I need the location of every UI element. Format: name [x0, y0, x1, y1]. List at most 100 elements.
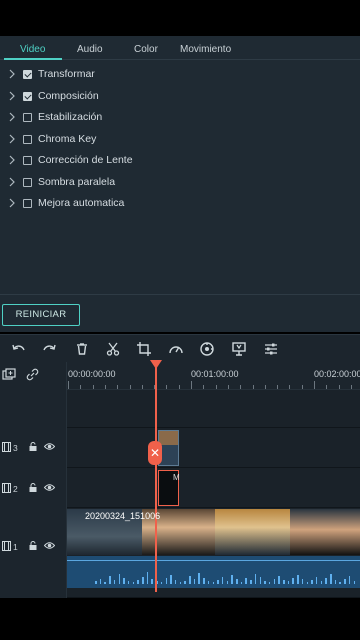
checkbox-estabilizacion[interactable]	[23, 113, 32, 122]
tab-video[interactable]: Video	[20, 44, 45, 55]
link-icon[interactable]	[26, 368, 39, 381]
track-lane-2[interactable]	[67, 468, 360, 508]
property-row-correccion-lente[interactable]: Corrección de Lente	[0, 151, 360, 171]
audio-mixer-icon[interactable]	[230, 340, 248, 358]
waveform-bar	[146, 572, 149, 584]
eye-icon[interactable]	[44, 442, 55, 451]
ruler-tick	[80, 385, 82, 389]
checkbox-sombra-paralela[interactable]	[23, 178, 32, 187]
checkbox-mejora-automatica[interactable]	[23, 199, 32, 208]
clip-body	[159, 445, 178, 465]
undo-icon[interactable]	[10, 340, 28, 358]
waveform-bar	[207, 581, 210, 584]
property-label: Composición	[38, 90, 99, 102]
track-number: 2	[13, 484, 18, 494]
chevron-right-icon[interactable]	[8, 198, 16, 208]
waveform-bar	[292, 578, 294, 584]
waveform-bar	[273, 579, 276, 584]
ruler-tick	[68, 381, 69, 389]
waveform-bar	[231, 575, 233, 584]
track-number: 3	[13, 443, 18, 453]
time-ruler[interactable]: 00:00:00:00 00:01:00:00 00:02:00:00	[67, 362, 360, 390]
active-tab-indicator	[4, 58, 62, 60]
track-header-column: 3 2 1	[0, 362, 67, 598]
chevron-right-icon[interactable]	[8, 91, 16, 101]
chevron-right-icon[interactable]	[8, 155, 16, 165]
audio-clip-main[interactable]	[67, 556, 360, 588]
waveform-bar	[179, 582, 182, 584]
ruler-tick	[215, 385, 217, 389]
waveform-bar	[311, 580, 313, 584]
waveform-bar	[325, 578, 327, 584]
property-row-mejora-automatica[interactable]: Mejora automatica	[0, 194, 360, 214]
color-icon[interactable]	[198, 340, 216, 358]
waveform-bar	[278, 576, 280, 584]
waveform-bar	[189, 576, 191, 584]
waveform-bar	[315, 577, 318, 584]
property-row-sombra-paralela[interactable]: Sombra paralela	[0, 173, 360, 193]
waveform-bar	[198, 573, 200, 584]
eye-icon[interactable]	[44, 483, 55, 492]
checkbox-chroma-key[interactable]	[23, 135, 32, 144]
property-label: Transformar	[38, 68, 95, 80]
crop-icon[interactable]	[135, 340, 153, 358]
property-row-composicion[interactable]: Composición	[0, 87, 360, 107]
film-icon	[2, 541, 11, 551]
property-label: Sombra paralela	[38, 176, 116, 188]
tab-audio[interactable]: Audio	[77, 44, 103, 55]
waveform-bar	[297, 575, 299, 584]
playhead-handle[interactable]	[150, 360, 162, 369]
edit-toolbar	[0, 334, 360, 362]
waveform-bar	[344, 579, 346, 584]
ruler-tick	[178, 385, 180, 389]
video-clip-main[interactable]: 20200324_151006	[67, 509, 360, 555]
properties-panel: Video Audio Color Movimiento Transformar…	[0, 36, 360, 332]
checkbox-correccion-lente[interactable]	[23, 156, 32, 165]
cut-icon[interactable]	[104, 340, 122, 358]
split-marker[interactable]: ✕	[148, 441, 162, 465]
ruler-tick	[314, 381, 315, 389]
delete-icon[interactable]	[73, 340, 91, 358]
waveform-bar	[132, 582, 135, 584]
property-row-transformar[interactable]: Transformar	[0, 65, 360, 85]
waveform-bar	[113, 580, 116, 584]
waveform-bar	[104, 582, 106, 584]
audio-volume-line	[67, 560, 360, 561]
eye-icon[interactable]	[44, 541, 55, 550]
ruler-tick	[264, 385, 266, 389]
clip-label: M	[173, 473, 180, 482]
clip-track-2[interactable]: M	[158, 470, 180, 506]
tab-color[interactable]: Color	[134, 44, 158, 55]
timecode-label: 00:02:00:00	[314, 369, 360, 379]
waveform-bar	[203, 578, 205, 584]
waveform-bar	[330, 574, 332, 584]
add-track-icon[interactable]	[2, 368, 16, 381]
ruler-tick	[92, 385, 94, 389]
chevron-right-icon[interactable]	[8, 69, 16, 79]
lock-icon[interactable]	[29, 442, 37, 451]
ruler-tick	[240, 385, 242, 389]
property-label: Estabilización	[38, 111, 103, 123]
waveform-bar	[301, 579, 304, 584]
tab-movimiento[interactable]: Movimiento	[180, 44, 231, 55]
waveform-bar	[127, 581, 130, 584]
speed-icon[interactable]	[167, 340, 185, 358]
lock-icon[interactable]	[29, 483, 37, 492]
ruler-tick	[129, 385, 131, 389]
ruler-tick	[117, 385, 119, 389]
playhead[interactable]	[155, 362, 157, 592]
chevron-right-icon[interactable]	[8, 177, 16, 187]
redo-icon[interactable]	[40, 340, 58, 358]
reset-button[interactable]: REINICIAR	[2, 304, 80, 326]
property-row-chroma-key[interactable]: Chroma Key	[0, 130, 360, 150]
lock-icon[interactable]	[29, 541, 37, 550]
property-row-estabilizacion[interactable]: Estabilización	[0, 108, 360, 128]
adjust-icon[interactable]	[262, 340, 280, 358]
chevron-right-icon[interactable]	[8, 134, 16, 144]
waveform-bar	[184, 581, 186, 584]
track-lane-3[interactable]	[67, 428, 360, 468]
checkbox-composicion[interactable]	[23, 92, 32, 101]
chevron-right-icon[interactable]	[8, 112, 16, 122]
checkbox-transformar[interactable]	[23, 70, 32, 79]
film-icon	[2, 442, 11, 452]
